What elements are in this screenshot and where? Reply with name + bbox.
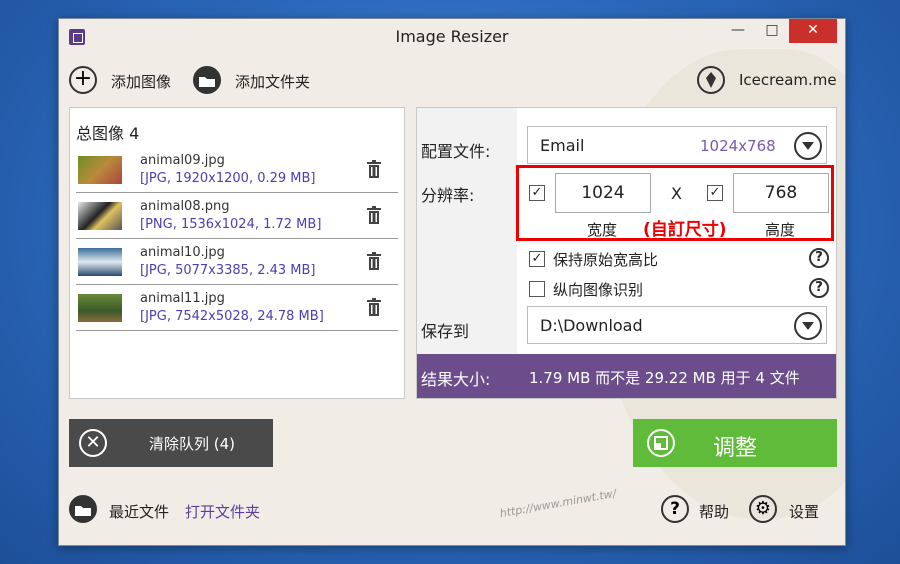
profile-value: Email bbox=[540, 136, 585, 155]
keep-ratio-checkbox[interactable]: ✓ bbox=[529, 251, 545, 267]
help-icon[interactable]: ? bbox=[809, 248, 829, 268]
maximize-button[interactable]: □ bbox=[755, 19, 789, 43]
question-icon: ? bbox=[661, 495, 689, 523]
open-folder-link[interactable]: 打开文件夹 bbox=[185, 501, 260, 522]
adjust-button[interactable]: 调整 bbox=[633, 419, 837, 467]
title-bar[interactable]: Image Resizer — □ ✕ bbox=[59, 19, 845, 53]
file-thumbnail bbox=[78, 248, 122, 276]
minimize-button[interactable]: — bbox=[721, 19, 755, 43]
annotation-text: (自訂尺寸) bbox=[643, 220, 727, 240]
keep-ratio-label: 保持原始宽高比 bbox=[553, 251, 659, 269]
result-label: 结果大小: bbox=[421, 370, 491, 389]
folder-icon bbox=[69, 495, 97, 523]
file-name: animal11.jpg bbox=[140, 291, 225, 306]
brand-label: Icecream.me bbox=[739, 71, 837, 89]
total-images: 总图像 4 bbox=[76, 124, 140, 143]
file-info: [JPG, 7542x5028, 24.78 MB] bbox=[140, 309, 324, 324]
file-row[interactable]: animal09.jpg [JPG, 1920x1200, 0.29 MB] bbox=[76, 148, 398, 193]
save-path-select[interactable]: D:\Download bbox=[527, 306, 827, 344]
recent-files-button[interactable]: 最近文件 bbox=[69, 491, 179, 527]
file-info: [JPG, 5077x3385, 2.43 MB] bbox=[140, 263, 316, 278]
trash-icon[interactable] bbox=[366, 206, 382, 224]
file-row[interactable]: animal11.jpg [JPG, 7542x5028, 24.78 MB] bbox=[76, 286, 398, 331]
portrait-checkbox[interactable] bbox=[529, 281, 545, 297]
close-button[interactable]: ✕ bbox=[789, 19, 837, 43]
add-image-label: 添加图像 bbox=[111, 73, 172, 91]
folder-icon bbox=[193, 66, 221, 94]
plus-icon: + bbox=[69, 66, 97, 94]
add-folder-button[interactable]: 添加文件夹 bbox=[193, 63, 323, 97]
portrait-label: 纵向图像识别 bbox=[553, 281, 644, 299]
add-image-button[interactable]: + 添加图像 bbox=[69, 63, 179, 97]
trash-icon[interactable] bbox=[366, 298, 382, 316]
file-name: animal08.png bbox=[140, 199, 230, 214]
settings-button[interactable]: ⚙ 设置 bbox=[749, 491, 829, 527]
file-thumbnail bbox=[78, 202, 122, 230]
close-circle-icon: ✕ bbox=[79, 429, 107, 457]
resolution-label: 分辨率: bbox=[421, 186, 475, 205]
save-to-label: 保存到 bbox=[421, 322, 470, 341]
clear-queue-button[interactable]: ✕ 清除队列 (4) bbox=[69, 419, 273, 467]
clear-queue-label: 清除队列 (4) bbox=[149, 435, 236, 453]
trash-icon[interactable] bbox=[366, 252, 382, 270]
settings-label: 设置 bbox=[789, 503, 820, 521]
add-folder-label: 添加文件夹 bbox=[235, 73, 311, 91]
file-row[interactable]: animal10.jpg [JPG, 5077x3385, 2.43 MB] bbox=[76, 240, 398, 285]
file-thumbnail bbox=[78, 294, 122, 322]
profile-select[interactable]: Email 1024x768 bbox=[527, 126, 827, 164]
help-button[interactable]: ? 帮助 bbox=[661, 491, 739, 527]
chevron-down-icon bbox=[794, 132, 822, 160]
brand-link[interactable]: Icecream.me bbox=[697, 63, 837, 97]
icecream-logo-icon bbox=[697, 66, 725, 94]
trash-icon[interactable] bbox=[366, 160, 382, 178]
settings-labels: 配置文件: 分辨率: 保存到 bbox=[417, 108, 517, 354]
gear-icon: ⚙ bbox=[749, 495, 777, 523]
profile-hint: 1024x768 bbox=[700, 137, 776, 155]
file-info: [PNG, 1536x1024, 1.72 MB] bbox=[140, 217, 322, 232]
file-info: [JPG, 1920x1200, 0.29 MB] bbox=[140, 171, 316, 186]
file-list-panel: 总图像 4 animal09.jpg [JPG, 1920x1200, 0.29… bbox=[69, 107, 405, 399]
file-thumbnail bbox=[78, 156, 122, 184]
help-icon[interactable]: ? bbox=[809, 278, 829, 298]
adjust-label: 调整 bbox=[712, 436, 757, 461]
recent-files-label: 最近文件 bbox=[109, 503, 170, 521]
file-name: animal09.jpg bbox=[140, 153, 225, 168]
chevron-down-icon bbox=[794, 312, 822, 340]
watermark: http://www.minwt.tw/ bbox=[498, 486, 618, 521]
file-row[interactable]: animal08.png [PNG, 1536x1024, 1.72 MB] bbox=[76, 194, 398, 239]
settings-panel: 配置文件: 分辨率: 保存到 Email 1024x768 ✓ 1024 X ✓… bbox=[416, 107, 837, 399]
result-value: 1.79 MB 而不是 29.22 MB 用于 4 文件 bbox=[529, 369, 800, 387]
profile-label: 配置文件: bbox=[421, 142, 491, 161]
app-window: Image Resizer — □ ✕ + 添加图像 添加文件夹 Icecrea… bbox=[58, 18, 846, 546]
result-bar: 结果大小: 1.79 MB 而不是 29.22 MB 用于 4 文件 bbox=[417, 354, 836, 398]
save-path-value: D:\Download bbox=[540, 316, 643, 335]
file-name: animal10.jpg bbox=[140, 245, 225, 260]
help-label: 帮助 bbox=[699, 503, 730, 521]
